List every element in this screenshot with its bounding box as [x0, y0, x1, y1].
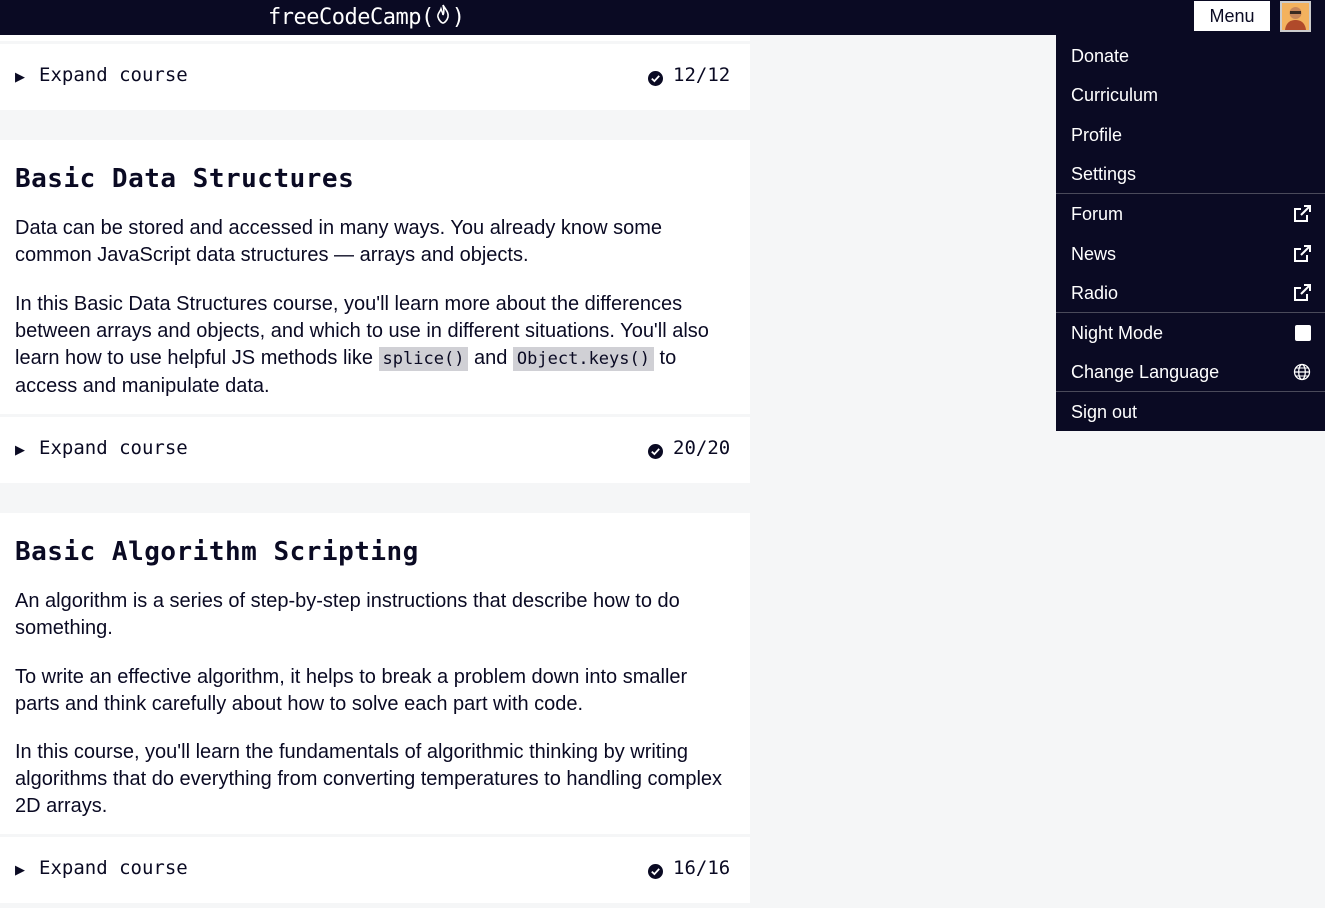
external-link-icon — [1293, 245, 1311, 263]
course-description: In this course, you'll learn the fundame… — [15, 741, 723, 817]
menu-item-label: Forum — [1071, 203, 1124, 224]
menu-item-settings[interactable]: Settings — [1056, 154, 1325, 194]
course-card-basic-algorithm-scripting: Basic Algorithm Scripting An algorithm i… — [0, 513, 750, 834]
course-description: In this Basic Data Structures course, yo… — [15, 293, 709, 397]
course-description: An algorithm is a series of step-by-step… — [15, 590, 680, 639]
menu-item-label: Profile — [1071, 124, 1123, 145]
course-card-basic-data-structures: Basic Data Structures Data can be stored… — [0, 140, 750, 414]
triangle-right-icon: ▶ — [15, 70, 25, 85]
menu-item-label: Donate — [1071, 45, 1130, 66]
menu-button[interactable]: Menu — [1194, 1, 1270, 31]
menu-item-sign-out[interactable]: Sign out — [1056, 392, 1325, 432]
avatar[interactable] — [1280, 1, 1311, 32]
menu-item-donate[interactable]: Donate — [1056, 36, 1325, 76]
course-card-previous — [0, 35, 750, 41]
logo-paren-close: ) — [451, 4, 465, 30]
menu-item-news[interactable]: News — [1056, 234, 1325, 274]
menu-item-label: Settings — [1071, 163, 1137, 184]
menu-item-label: Change Language — [1071, 361, 1220, 382]
course-title[interactable]: Basic Algorithm Scripting — [15, 537, 419, 567]
expand-course-label: Expand course — [39, 857, 188, 879]
expand-course-row[interactable]: ▶ Expand course 20/20 — [0, 417, 750, 483]
progress-count: 12/12 — [673, 64, 731, 86]
check-circle-icon — [648, 71, 663, 86]
code-snippet: splice() — [378, 347, 469, 371]
logo-text: freeCodeCamp — [268, 4, 421, 30]
menu-item-curriculum[interactable]: Curriculum — [1056, 75, 1325, 115]
fcc-logo[interactable]: freeCodeCamp ( ) — [268, 2, 465, 32]
flame-icon — [436, 4, 450, 30]
progress-count: 16/16 — [673, 857, 731, 879]
menu-item-change-language[interactable]: Change Language — [1056, 352, 1325, 392]
expand-course-row[interactable]: ▶ Expand course 16/16 — [0, 837, 750, 903]
menu-item-label: Curriculum — [1071, 84, 1159, 105]
code-snippet: Object.keys() — [512, 347, 654, 371]
toggle-checkbox-icon[interactable] — [1295, 325, 1311, 341]
menu-item-forum[interactable]: Forum — [1056, 194, 1325, 234]
external-link-icon — [1293, 205, 1311, 223]
expand-course-row[interactable]: ▶ Expand course 12/12 — [0, 44, 750, 110]
triangle-right-icon: ▶ — [15, 443, 25, 458]
menu-item-night-mode[interactable]: Night Mode — [1056, 313, 1325, 353]
top-navbar: freeCodeCamp ( ) Menu — [0, 0, 1325, 35]
menu-item-label: Night Mode — [1071, 322, 1164, 343]
course-title[interactable]: Basic Data Structures — [15, 164, 354, 194]
expand-course-label: Expand course — [39, 64, 188, 86]
logo-paren-open: ( — [420, 4, 434, 30]
triangle-right-icon: ▶ — [15, 863, 25, 878]
expand-course-label: Expand course — [39, 437, 188, 459]
menu-item-label: News — [1071, 243, 1117, 264]
progress-count: 20/20 — [673, 437, 731, 459]
check-circle-icon — [648, 444, 663, 459]
menu-item-label: Radio — [1071, 282, 1119, 303]
external-link-icon — [1293, 284, 1311, 302]
nav-dropdown-menu: Donate Curriculum Profile Settings Forum… — [1056, 35, 1325, 431]
menu-item-label: Sign out — [1071, 401, 1138, 422]
course-description: To write an effective algorithm, it help… — [15, 666, 688, 715]
check-circle-icon — [648, 864, 663, 879]
menu-item-radio[interactable]: Radio — [1056, 273, 1325, 313]
course-description: Data can be stored and accessed in many … — [15, 217, 663, 266]
menu-item-profile[interactable]: Profile — [1056, 115, 1325, 155]
globe-icon — [1293, 363, 1311, 381]
